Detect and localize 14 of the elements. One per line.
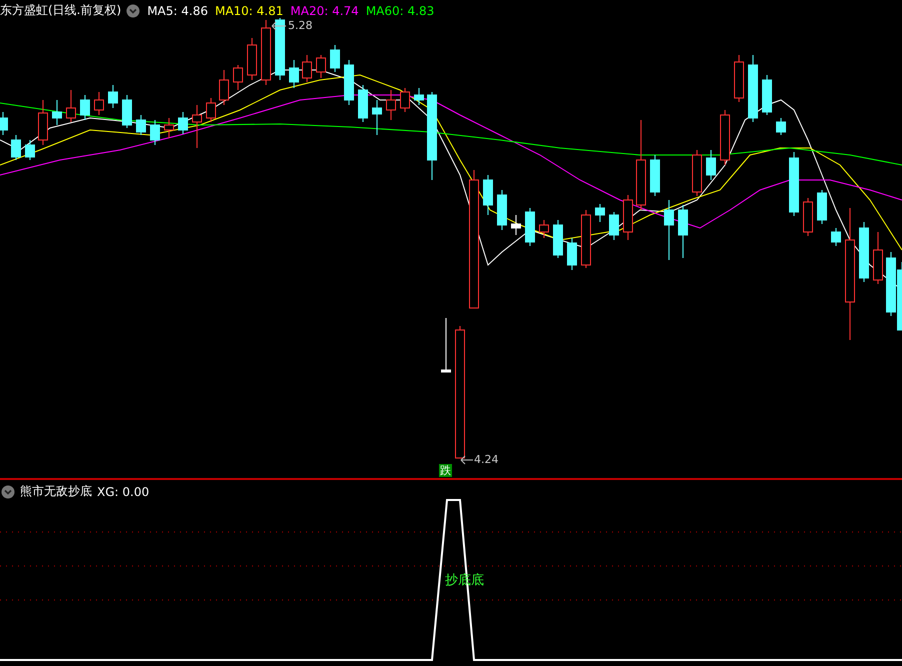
indicator-reading: XG: 0.00 [97,484,150,498]
dropdown-icon[interactable] [126,4,140,18]
arrow-icon [460,455,474,465]
high-price-label: 5.28 [288,19,312,32]
ma-reading: MA10: 4.81 [214,4,284,18]
low-price-label: 4.24 [474,453,498,466]
stock-title: 东方盛虹(日线.前复权) [0,2,122,19]
signal-badge: 跌 [439,464,452,477]
ma-reading: MA5: 4.86 [147,4,208,18]
indicator-title: 熊市无敌抄底 [20,483,92,500]
ma-reading: MA20: 4.74 [290,4,359,18]
ma-reading: MA60: 4.83 [366,4,434,18]
dropdown-icon[interactable] [1,484,15,498]
arrow-icon [271,21,287,31]
